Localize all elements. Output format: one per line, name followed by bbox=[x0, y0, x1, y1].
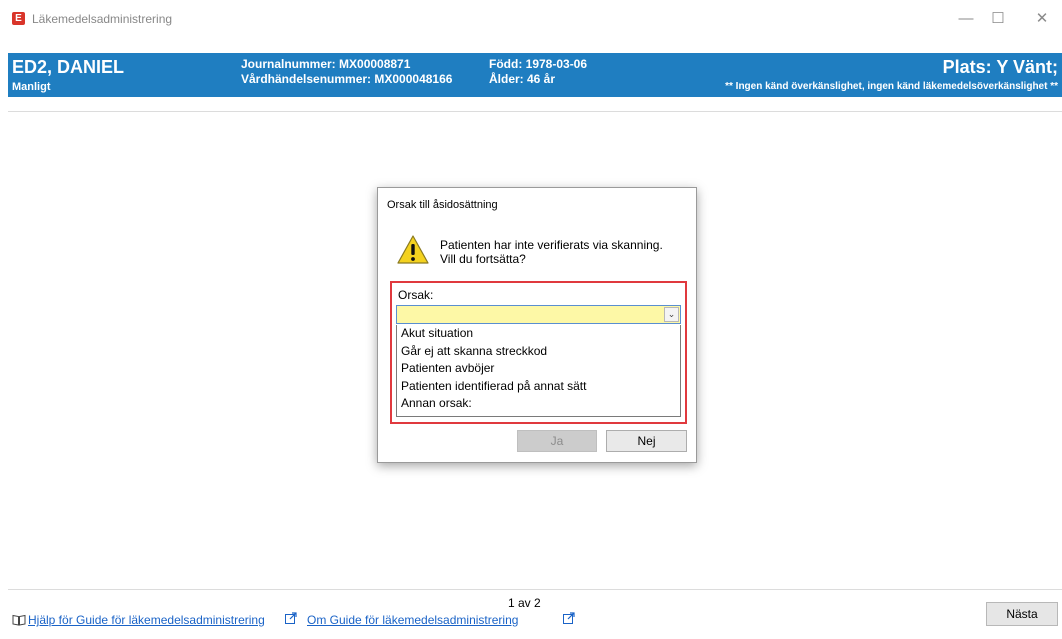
birth-date: Född: 1978-03-06 bbox=[489, 57, 588, 71]
book-icon bbox=[12, 614, 26, 626]
patient-age: Ålder: 46 år bbox=[489, 72, 556, 86]
dialog-message: Patienten har inte verifierats via skann… bbox=[440, 238, 663, 266]
external-link-icon[interactable] bbox=[285, 612, 297, 624]
patient-gender: Manligt bbox=[12, 81, 51, 93]
reason-label: Orsak: bbox=[398, 288, 434, 302]
reason-option-patient-declines[interactable]: Patienten avböjer bbox=[397, 360, 680, 378]
reason-option-other[interactable]: Annan orsak: bbox=[397, 395, 680, 413]
warning-icon bbox=[397, 235, 429, 264]
help-guide-link[interactable]: Hjälp för Guide för läkemedelsadministre… bbox=[28, 613, 265, 627]
care-event-number: Vårdhändelsenummer: MX000048166 bbox=[241, 72, 453, 86]
reason-option-acute[interactable]: Akut situation bbox=[397, 325, 680, 343]
dialog-title: Orsak till åsidosättning bbox=[387, 199, 498, 211]
page-indicator: 1 av 2 bbox=[508, 596, 541, 610]
external-link-icon[interactable] bbox=[563, 612, 575, 624]
dialog-message-line2: Vill du fortsätta? bbox=[440, 252, 526, 266]
maximize-button[interactable]: ☐ bbox=[978, 8, 1018, 32]
allergy-info: ** Ingen känd överkänslighet, ingen känd… bbox=[725, 81, 1058, 92]
patient-header: ED2, DANIEL Manligt Journalnummer: MX000… bbox=[8, 53, 1062, 97]
reason-option-cannot-scan[interactable]: Går ej att skanna streckkod bbox=[397, 343, 680, 361]
journal-number: Journalnummer: MX00008871 bbox=[241, 57, 411, 71]
reason-highlight-box: Orsak: ⌄ Akut situation Går ej att skann… bbox=[390, 281, 687, 424]
reason-options-list[interactable]: Akut situation Går ej att skanna streckk… bbox=[396, 325, 681, 417]
next-button[interactable]: Nästa bbox=[986, 602, 1058, 626]
dialog-message-line1: Patienten har inte verifierats via skann… bbox=[440, 238, 663, 252]
override-reason-dialog: Orsak till åsidosättning Patienten har i… bbox=[377, 187, 697, 463]
app-icon: E bbox=[12, 12, 25, 25]
window-titlebar: E Läkemedelsadministrering — ☐ ✕ bbox=[0, 0, 1062, 40]
close-button[interactable]: ✕ bbox=[1022, 8, 1062, 32]
about-guide-link[interactable]: Om Guide för läkemedelsadministrering bbox=[307, 613, 518, 627]
chevron-down-icon[interactable]: ⌄ bbox=[664, 307, 679, 322]
yes-button[interactable]: Ja bbox=[517, 430, 597, 452]
window-title: Läkemedelsadministrering bbox=[32, 12, 173, 26]
patient-name: ED2, DANIEL bbox=[12, 57, 125, 77]
patient-place: Plats: Y Vänt; bbox=[942, 57, 1058, 77]
reason-dropdown[interactable]: ⌄ bbox=[396, 305, 681, 324]
no-button[interactable]: Nej bbox=[606, 430, 687, 452]
reason-option-identified-otherwise[interactable]: Patienten identifierad på annat sätt bbox=[397, 378, 680, 396]
